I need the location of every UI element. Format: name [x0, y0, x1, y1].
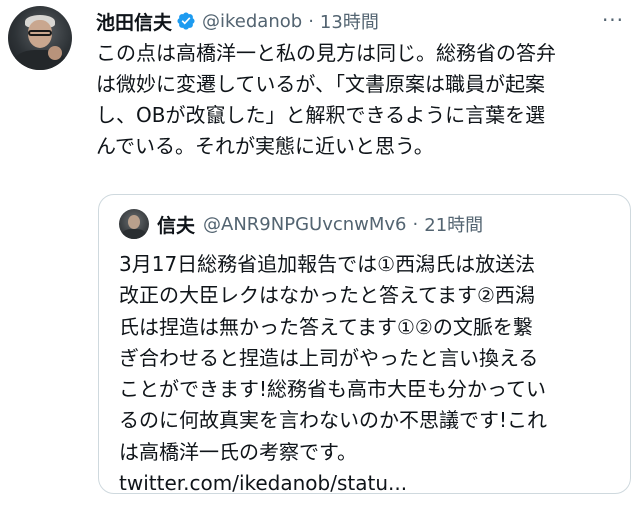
quoted-avatar-body-shape: [122, 229, 146, 239]
tweet-timestamp[interactable]: 13時間: [320, 8, 379, 34]
avatar-hand-shape: [48, 46, 62, 60]
quoted-avatar-face-shape: [128, 215, 140, 229]
quoted-tweet-header: 信夫 @ANR9NPGUvcnwMv6 · 21時間: [157, 210, 483, 238]
more-options-icon[interactable]: ···: [598, 8, 628, 32]
quoted-tweet-card[interactable]: 信夫 @ANR9NPGUvcnwMv6 · 21時間 3月17日総務省追加報告で…: [98, 194, 631, 495]
author-handle[interactable]: @ikedanob: [202, 11, 302, 32]
quoted-header-separator: ·: [412, 213, 419, 235]
author-avatar[interactable]: [8, 6, 72, 70]
quoted-tweet-text: 3月17日総務省追加報告では①西潟氏は放送法 改正の大臣レクはなかったと答えてま…: [119, 249, 619, 499]
author-display-name[interactable]: 池田信夫: [96, 8, 172, 35]
tweet-text: この点は高橋洋一と私の見方は同じ。総務省の答弁 は微妙に変遷しているが、「文書原…: [96, 41, 556, 158]
header-separator: ·: [308, 10, 314, 32]
quoted-author-handle: @ANR9NPGUvcnwMv6: [203, 213, 407, 235]
quoted-tweet-body: 3月17日総務省追加報告では①西潟氏は放送法 改正の大臣レクはなかったと答えてま…: [119, 252, 548, 464]
quoted-author-display-name: 信夫: [157, 214, 196, 237]
quoted-tweet-timestamp: 21時間: [424, 215, 484, 236]
quoted-author-avatar: [119, 209, 149, 239]
tweet-header: 池田信夫 @ikedanob · 13時間: [96, 8, 379, 34]
quoted-tweet-link[interactable]: twitter.com/ikedanob/statu...: [119, 471, 407, 495]
verified-badge-icon: [177, 12, 195, 30]
tweet[interactable]: 池田信夫 @ikedanob · 13時間 ··· この点は高橋洋一と私の見方は…: [0, 0, 640, 531]
avatar-glasses-shape: [28, 30, 52, 36]
